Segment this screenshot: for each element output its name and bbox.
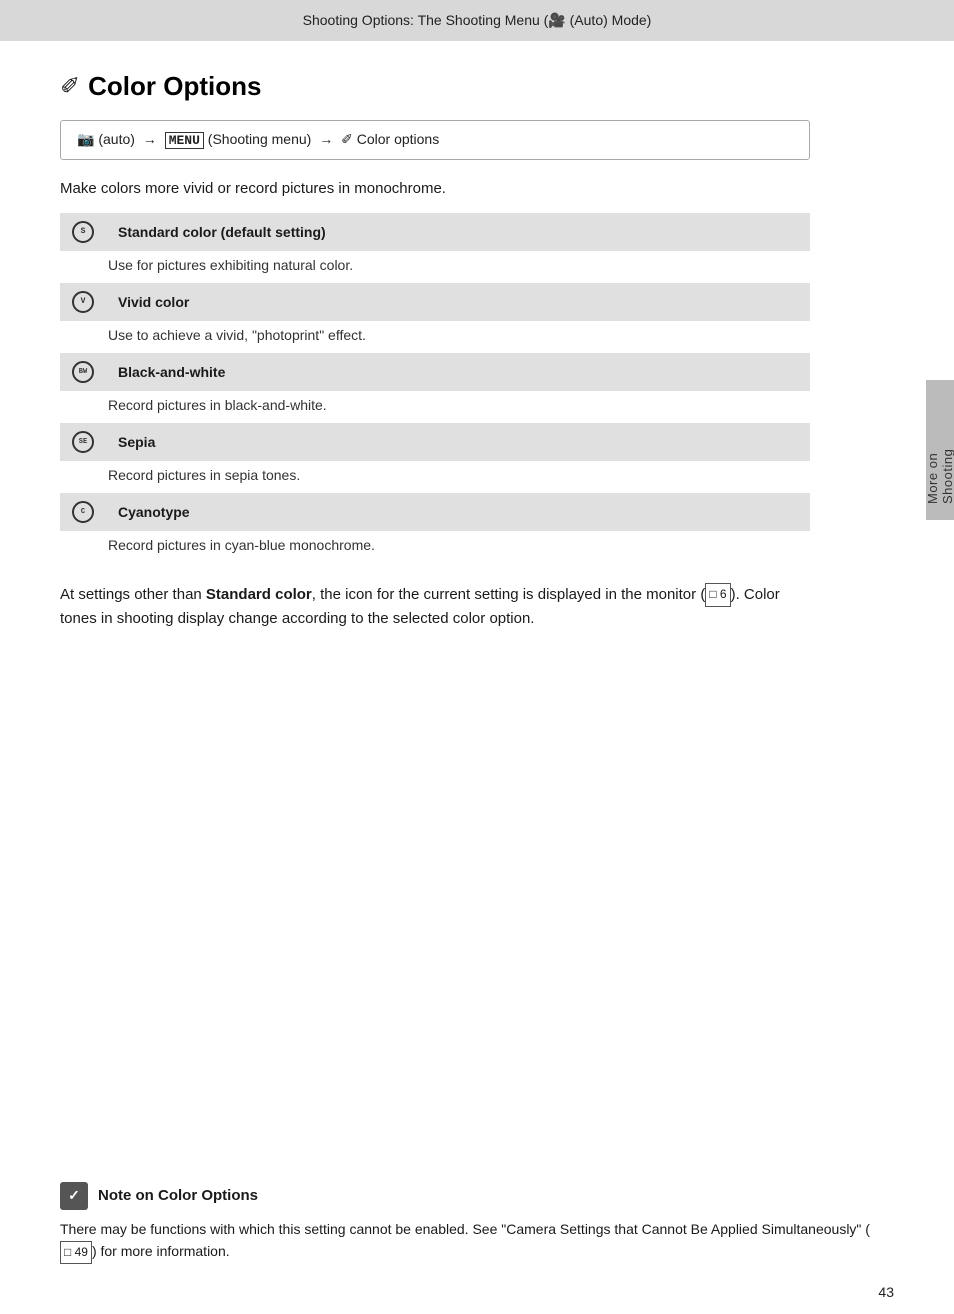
nav-menu-icon: MENU xyxy=(165,132,204,149)
vivid-color-icon: V xyxy=(60,283,106,321)
black-white-label: Black-and-white xyxy=(106,353,810,391)
page-number: 43 xyxy=(878,1284,894,1300)
table-row: Record pictures in cyan-blue monochrome. xyxy=(60,531,810,563)
nav-auto-text: (auto) xyxy=(98,131,138,147)
note-body-suffix: ) for more information. xyxy=(92,1243,230,1259)
cyanotype-icon: C xyxy=(60,493,106,531)
page-header: Shooting Options: The Shooting Menu (🎥 (… xyxy=(0,0,954,41)
header-text: Shooting Options: The Shooting Menu (🎥 (… xyxy=(303,12,652,28)
table-row: S Standard color (default setting) xyxy=(60,213,810,251)
color-options-icon: ✐ xyxy=(60,72,80,101)
standard-color-label: Standard color (default setting) xyxy=(106,213,810,251)
footer-bold: Standard color xyxy=(206,586,312,603)
nav-breadcrumb: 📷 (auto) → MENU (Shooting menu) → ✐ Colo… xyxy=(60,120,810,160)
footer-book-ref: □ 6 xyxy=(705,583,730,606)
note-icon: ✓ xyxy=(60,1182,88,1210)
sepia-label: Sepia xyxy=(106,423,810,461)
cyanotype-desc: Record pictures in cyan-blue monochrome. xyxy=(60,531,810,563)
sidebar-tab: More on Shooting xyxy=(926,380,954,520)
color-options-table: S Standard color (default setting) Use f… xyxy=(60,213,810,563)
nav-color-text: Color options xyxy=(357,131,440,147)
note-body: There may be functions with which this s… xyxy=(60,1218,874,1264)
nav-menu-text: (Shooting menu) xyxy=(208,131,315,147)
black-white-icon: BW xyxy=(60,353,106,391)
black-white-desc: Record pictures in black-and-white. xyxy=(60,391,810,423)
intro-text: Make colors more vivid or record picture… xyxy=(60,180,810,197)
cyanotype-label: Cyanotype xyxy=(106,493,810,531)
nav-arrow-2: → xyxy=(319,131,333,147)
note-box: ✓ Note on Color Options There may be fun… xyxy=(60,1182,874,1264)
table-row: Use for pictures exhibiting natural colo… xyxy=(60,251,810,283)
note-book-ref: □ 49 xyxy=(60,1241,92,1264)
table-row: SE Sepia xyxy=(60,423,810,461)
table-row: Use to achieve a vivid, "photoprint" eff… xyxy=(60,321,810,353)
standard-color-icon: S xyxy=(60,213,106,251)
table-row: Record pictures in black-and-white. xyxy=(60,391,810,423)
vivid-color-label: Vivid color xyxy=(106,283,810,321)
sepia-icon: SE xyxy=(60,423,106,461)
table-row: C Cyanotype xyxy=(60,493,810,531)
footer-suffix: , the icon for the current setting is di… xyxy=(312,586,706,603)
note-title-text: Note on Color Options xyxy=(98,1187,258,1204)
nav-color-icon: ✐ xyxy=(341,131,357,147)
sidebar-label: More on Shooting xyxy=(925,396,954,504)
nav-camera-icon: 📷 xyxy=(77,131,94,147)
note-title-row: ✓ Note on Color Options xyxy=(60,1182,874,1210)
page-title: ✐ Color Options xyxy=(60,71,810,102)
table-row: Record pictures in sepia tones. xyxy=(60,461,810,493)
note-body-text: There may be functions with which this s… xyxy=(60,1221,870,1237)
page-heading: Color Options xyxy=(88,71,261,102)
table-row: V Vivid color xyxy=(60,283,810,321)
footer-note: At settings other than Standard color, t… xyxy=(60,583,810,631)
standard-color-desc: Use for pictures exhibiting natural colo… xyxy=(60,251,810,283)
table-row: BW Black-and-white xyxy=(60,353,810,391)
nav-arrow-1: → xyxy=(143,131,157,147)
footer-prefix: At settings other than xyxy=(60,586,206,603)
vivid-color-desc: Use to achieve a vivid, "photoprint" eff… xyxy=(60,321,810,353)
sepia-desc: Record pictures in sepia tones. xyxy=(60,461,810,493)
